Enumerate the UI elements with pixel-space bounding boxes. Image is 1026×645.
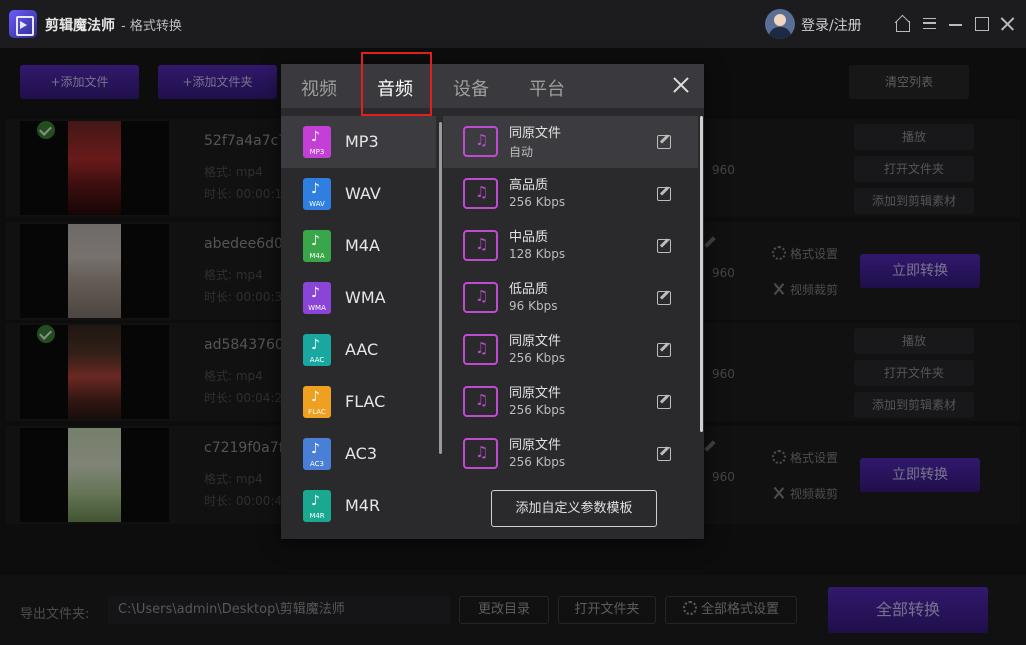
login-link[interactable]: 登录/注册 — [801, 15, 862, 35]
format-tabs: 视频 音频 设备 平台 — [281, 52, 704, 116]
quality-preset-item[interactable]: ♫ 高品质 256 Kbps — [443, 168, 698, 220]
app-window: 剪辑魔法师 - 格式转换 登录/注册 +添加文件 +添加文件夹 清空列表 52f… — [0, 0, 1026, 645]
format-label: M4R — [345, 496, 381, 515]
app-name: 剪辑魔法师 — [45, 18, 115, 34]
preset-bitrate: 256 Kbps — [509, 351, 566, 365]
format-label: WMA — [345, 288, 386, 307]
close-icon[interactable] — [673, 77, 689, 93]
preset-name: 低品质 — [509, 282, 549, 297]
edit-preset-icon[interactable] — [657, 343, 671, 357]
preset-bitrate: 96 Kbps — [509, 299, 558, 313]
quality-preset-item[interactable]: ♫ 同原文件 256 Kbps — [443, 324, 698, 376]
preset-bitrate: 256 Kbps — [509, 455, 566, 469]
preset-name: 同原文件 — [509, 438, 562, 453]
music-note-icon: ♫ — [463, 230, 498, 261]
music-note-icon: ♫ — [463, 178, 498, 209]
format-tag: FLAC — [308, 408, 326, 416]
format-tag: WAV — [309, 200, 325, 208]
audio-file-icon: ♪ MP3 — [303, 126, 331, 158]
format-picker-popup: 视频 音频 设备 平台 ♪ MP3 MP3 ♪ WAV WAV ♪ M4A M4A ♪ WMA WMA… — [281, 52, 704, 539]
format-tag: M4A — [309, 252, 325, 260]
format-label: WAV — [345, 184, 381, 203]
music-note-icon: ♫ — [463, 386, 498, 417]
preset-name: 同原文件 — [509, 126, 562, 141]
avatar[interactable] — [765, 9, 795, 39]
audio-file-icon: ♪ M4A — [303, 230, 331, 262]
audio-file-icon: ♪ WAV — [303, 178, 331, 210]
tab-video[interactable]: 视频 — [301, 75, 337, 101]
format-item-flac[interactable]: ♪ FLAC FLAC — [281, 376, 436, 428]
format-label: FLAC — [345, 392, 386, 411]
format-tag: MP3 — [309, 148, 325, 156]
format-tag: AAC — [309, 356, 325, 364]
minimize-icon[interactable] — [946, 14, 966, 34]
format-label: MP3 — [345, 132, 379, 151]
format-tag: AC3 — [309, 460, 324, 468]
edit-preset-icon[interactable] — [657, 135, 671, 149]
format-item-m4a[interactable]: ♪ M4A M4A — [281, 220, 436, 272]
preset-list-scrollbar[interactable] — [700, 116, 703, 432]
app-logo-icon — [9, 10, 37, 38]
preset-name: 同原文件 — [509, 334, 562, 349]
format-item-aac[interactable]: ♪ AAC AAC — [281, 324, 436, 376]
format-tag: M4R — [309, 512, 325, 520]
preset-bitrate: 256 Kbps — [509, 403, 566, 417]
format-tag: WMA — [308, 304, 326, 312]
audio-file-icon: ♪ M4R — [303, 490, 331, 522]
format-item-mp3[interactable]: ♪ MP3 MP3 — [281, 116, 436, 168]
tab-device[interactable]: 设备 — [453, 75, 489, 101]
format-label: M4A — [345, 236, 380, 255]
audio-file-icon: ♪ WMA — [303, 282, 331, 314]
music-note-icon: ♫ — [463, 126, 498, 157]
preset-name: 中品质 — [509, 230, 549, 245]
audio-file-icon: ♪ AAC — [303, 334, 331, 366]
audio-file-icon: ♪ FLAC — [303, 386, 331, 418]
audio-format-list: ♪ MP3 MP3 ♪ WAV WAV ♪ M4A M4A ♪ WMA WMA ♪ AAC AAC ♪ FLAC… — [281, 116, 438, 539]
quality-preset-list: ♫ 同原文件 自动 ♫ 高品质 256 Kbps ♫ 中品质 128 Kbps ♫ 低品质 96 Kb… — [443, 116, 702, 484]
active-tab-highlight — [361, 52, 432, 116]
format-label: AAC — [345, 340, 379, 359]
preset-name: 高品质 — [509, 178, 549, 193]
edit-preset-icon[interactable] — [657, 239, 671, 253]
audio-file-icon: ♪ AC3 — [303, 438, 331, 470]
quality-preset-item[interactable]: ♫ 低品质 96 Kbps — [443, 272, 698, 324]
format-item-ac3[interactable]: ♪ AC3 AC3 — [281, 428, 436, 480]
preset-bitrate: 自动 — [509, 145, 534, 159]
format-list-scrollbar[interactable] — [439, 122, 442, 454]
close-window-icon[interactable] — [998, 14, 1018, 34]
quality-preset-item[interactable]: ♫ 同原文件自动 — [443, 116, 698, 168]
tab-platform[interactable]: 平台 — [529, 75, 565, 101]
format-item-m4r[interactable]: ♪ M4R M4R — [281, 480, 436, 532]
menu-icon[interactable] — [920, 14, 940, 34]
music-note-icon: ♫ — [463, 438, 498, 469]
quality-preset-item[interactable]: ♫ 同原文件 256 Kbps — [443, 376, 698, 428]
preset-bitrate: 128 Kbps — [509, 247, 566, 261]
home-icon[interactable] — [893, 14, 913, 34]
edit-preset-icon[interactable] — [657, 291, 671, 305]
edit-preset-icon[interactable] — [657, 447, 671, 461]
app-subtitle: - 格式转换 — [121, 19, 182, 34]
format-label: AC3 — [345, 444, 378, 463]
format-item-wav[interactable]: ♪ WAV WAV — [281, 168, 436, 220]
quality-preset-item[interactable]: ♫ 中品质 128 Kbps — [443, 220, 698, 272]
format-item-wma[interactable]: ♪ WMA WMA — [281, 272, 436, 324]
edit-preset-icon[interactable] — [657, 187, 671, 201]
music-note-icon: ♫ — [463, 334, 498, 365]
preset-bitrate: 256 Kbps — [509, 195, 566, 209]
maximize-icon[interactable] — [972, 14, 992, 34]
add-custom-template-button[interactable]: 添加自定义参数模板 — [491, 490, 657, 527]
quality-preset-item[interactable]: ♫ 同原文件 256 Kbps — [443, 428, 698, 480]
preset-name: 同原文件 — [509, 386, 562, 401]
title-bar: 剪辑魔法师 - 格式转换 登录/注册 — [0, 0, 1026, 48]
edit-preset-icon[interactable] — [657, 395, 671, 409]
music-note-icon: ♫ — [463, 282, 498, 313]
